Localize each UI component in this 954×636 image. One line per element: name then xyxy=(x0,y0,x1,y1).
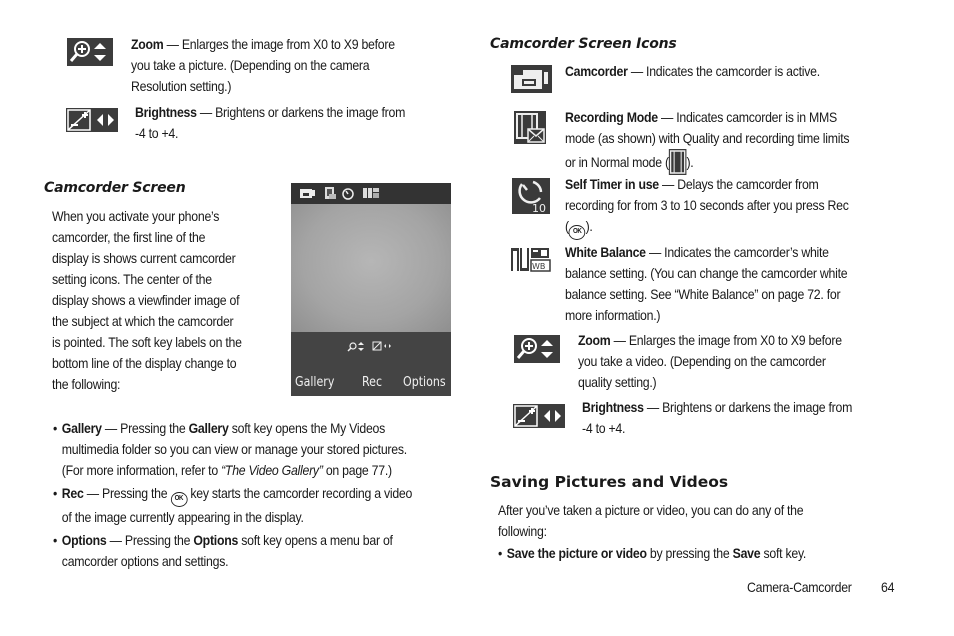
white-balance-icon: WB xyxy=(510,247,551,272)
section-heading-camcorder-screen: Camcorder Screen xyxy=(44,180,186,196)
recording-mode-icon xyxy=(514,111,546,144)
camcorder-screen-paragraph: When you activate your phone’s camcorder… xyxy=(52,208,242,392)
bullet-rec: • Rec — Pressing the OK key starts the ca… xyxy=(53,485,413,525)
softkey-bar: Gallery Rec Options xyxy=(291,373,451,396)
self-timer-icon: 10 xyxy=(512,178,550,214)
section-heading-saving: Saving Pictures and Videos xyxy=(490,473,729,491)
phone-status-bar xyxy=(291,183,451,204)
zoom-video-description: Zoom — Enlarges the image from X0 to X9 … xyxy=(578,332,842,390)
ok-key-icon: OK xyxy=(568,225,586,240)
zoom-icon xyxy=(514,335,560,363)
softkey-gallery[interactable]: Gallery xyxy=(295,375,334,390)
self-timer-description: Self Timer in use — Delays the camcorder… xyxy=(565,174,899,240)
white-balance-icon xyxy=(363,188,379,198)
softkey-options[interactable]: Options xyxy=(403,375,446,390)
svg-text:WB: WB xyxy=(532,262,545,271)
softkey-bullet-list: • Gallery — Pressing the Gallery soft key… xyxy=(53,418,440,572)
brightness-icon xyxy=(372,341,391,351)
ok-key-icon: OK xyxy=(170,492,188,507)
brightness-icon xyxy=(66,108,118,132)
recording-mode-description: Recording Mode — Indicates camcorder is … xyxy=(565,107,899,175)
normal-mode-icon xyxy=(668,149,687,175)
viewfinder-image xyxy=(291,204,451,332)
brightness-icon xyxy=(513,404,565,428)
bullet-options: • Options — Pressing the Options soft key… xyxy=(53,532,393,569)
zoom-icon xyxy=(67,38,113,66)
softkey-rec[interactable]: Rec xyxy=(362,375,382,390)
phone-screen-illustration: Gallery Rec Options xyxy=(291,183,451,396)
zoom-icon xyxy=(347,342,364,352)
section-heading-camcorder-screen-icons: Camcorder Screen Icons xyxy=(490,36,677,52)
svg-text:10: 10 xyxy=(532,202,546,214)
recording-mode-icon xyxy=(325,187,336,199)
camcorder-description: Camcorder — Indicates the camcorder is a… xyxy=(565,63,820,79)
bullet-gallery: • Gallery — Pressing the Gallery soft key… xyxy=(53,420,407,478)
footer-page-number: 64 xyxy=(881,579,895,595)
camcorder-icon xyxy=(511,65,552,93)
white-balance-description: White Balance — Indicates the camcorder’… xyxy=(565,244,848,323)
saving-paragraph: After you’ve taken a picture or video, y… xyxy=(498,500,868,564)
bullet-save: • Save the picture or video by pressing t… xyxy=(498,545,807,561)
zoom-description: Zoom — Enlarges the image from X0 to X9 … xyxy=(131,36,395,94)
brightness-description: Brightness — Brightens or darkens the im… xyxy=(135,104,406,141)
camcorder-icon xyxy=(300,189,315,198)
brightness-video-description: Brightness — Brightens or darkens the im… xyxy=(582,399,853,436)
self-timer-icon xyxy=(342,188,354,200)
video-gallery-link[interactable]: “The Video Gallery” xyxy=(221,462,323,478)
footer-section-name: Camera-Camcorder xyxy=(747,579,852,595)
